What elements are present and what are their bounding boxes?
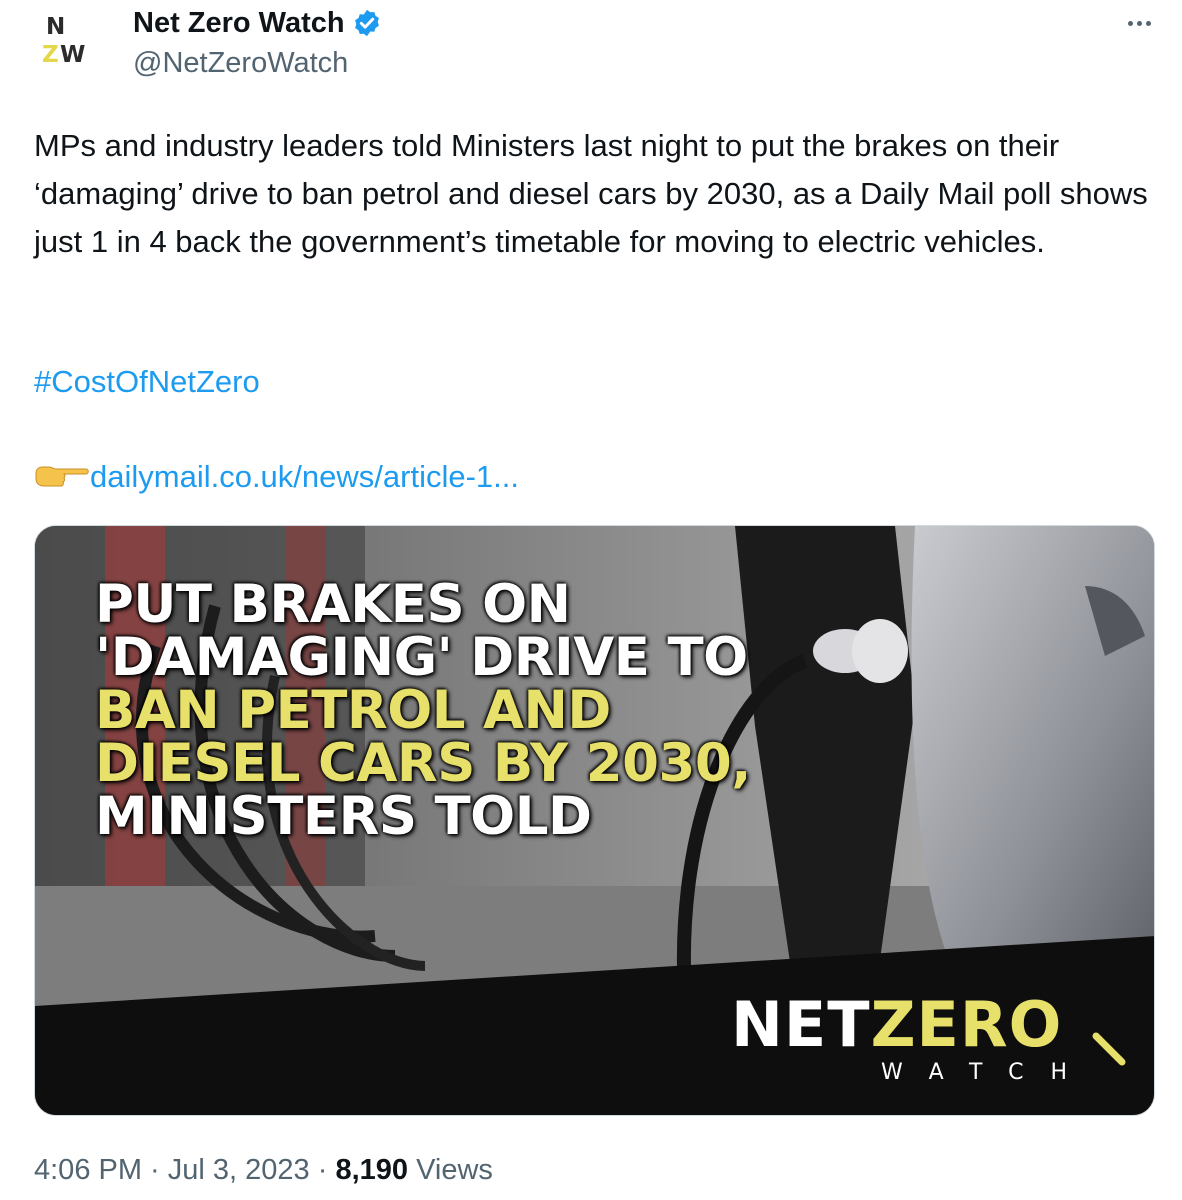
more-options-icon[interactable] bbox=[1122, 10, 1156, 36]
brand-net: NET bbox=[731, 988, 871, 1061]
article-link[interactable]: dailymail.co.uk/news/article-1... bbox=[34, 457, 519, 497]
tweet-time[interactable]: 4:06 PM bbox=[34, 1154, 142, 1186]
magnifier-icon bbox=[1092, 1032, 1126, 1066]
brand-zero: ZERO bbox=[870, 988, 1063, 1061]
article-link-text[interactable]: dailymail.co.uk/news/article-1... bbox=[90, 457, 519, 497]
tweet-text: MPs and industry leaders told Ministers … bbox=[34, 128, 1148, 259]
headline-yellow-part: BAN PETROL AND DIESEL CARS BY 2030, bbox=[95, 680, 751, 794]
meta-separator: · bbox=[309, 1154, 336, 1186]
tweet-meta: 4:06 PM · Jul 3, 2023 · 8,190 Views bbox=[34, 1152, 493, 1188]
views-count[interactable]: 8,190 bbox=[335, 1154, 408, 1186]
views-label: Views bbox=[408, 1154, 493, 1186]
brand-watch: WATCH bbox=[881, 1060, 1094, 1085]
avatar-letter-z: Z bbox=[42, 42, 59, 68]
avatar[interactable]: N Z W bbox=[34, 14, 108, 88]
net-zero-watch-logo: NETZERO WATCH bbox=[731, 994, 1126, 1085]
hashtag-link[interactable]: #CostOfNetZero bbox=[34, 362, 260, 402]
headline-white-part-2: MINISTERS TOLD bbox=[95, 786, 592, 847]
headline-white-part-1: PUT BRAKES ON 'DAMAGING' DRIVE TO bbox=[95, 574, 748, 688]
display-name-row[interactable]: Net Zero Watch bbox=[133, 6, 382, 40]
image-headline: PUT BRAKES ON 'DAMAGING' DRIVE TO BAN PE… bbox=[95, 578, 795, 843]
tweet-image[interactable]: PUT BRAKES ON 'DAMAGING' DRIVE TO BAN PE… bbox=[34, 525, 1155, 1116]
avatar-letter-w: W bbox=[60, 42, 86, 68]
tweet-date[interactable]: Jul 3, 2023 bbox=[168, 1154, 310, 1186]
account-handle[interactable]: @NetZeroWatch bbox=[133, 46, 348, 80]
display-name[interactable]: Net Zero Watch bbox=[133, 6, 345, 40]
avatar-letter-n: N bbox=[46, 14, 66, 40]
pointing-hand-icon bbox=[35, 466, 89, 487]
meta-separator: · bbox=[142, 1154, 168, 1186]
verified-badge-icon bbox=[354, 9, 379, 37]
